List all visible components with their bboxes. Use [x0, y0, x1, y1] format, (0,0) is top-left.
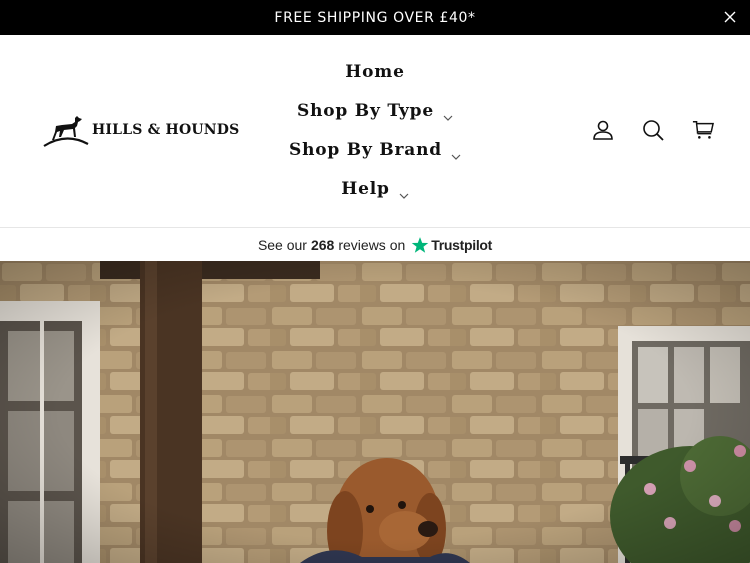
header-actions	[592, 119, 714, 141]
trustpilot-prefix: See our	[257, 237, 307, 253]
trustpilot-brand: Trustpilot	[431, 237, 493, 253]
chevron-down-icon	[451, 147, 461, 160]
announcement-bar: FREE SHIPPING OVER £40*	[0, 0, 750, 35]
search-icon[interactable]	[642, 119, 664, 141]
close-icon[interactable]	[722, 9, 738, 25]
dog-logo-icon	[42, 110, 90, 150]
announcement-text: FREE SHIPPING OVER £40*	[274, 9, 476, 26]
nav-item-label: Shop By Type	[297, 101, 434, 121]
trustpilot-star-icon	[411, 236, 429, 254]
account-icon[interactable]	[592, 119, 614, 141]
nav-item-label: Shop By Brand	[289, 140, 442, 160]
nav-item-shop-by-brand[interactable]: Shop By Brand	[250, 137, 500, 163]
nav-item-help[interactable]: Help	[250, 176, 500, 202]
nav-item-label: Home	[345, 62, 405, 82]
cart-icon[interactable]	[692, 119, 714, 141]
main-nav: Home Shop By Type Shop By Brand Help	[250, 35, 500, 228]
nav-item-shop-by-type[interactable]: Shop By Type	[250, 98, 500, 124]
site-logo[interactable]: HILLS & HOUNDS	[42, 110, 239, 150]
chevron-down-icon	[443, 108, 453, 121]
trustpilot-suffix: reviews on	[338, 237, 406, 253]
dog-in-coat-photo	[0, 261, 750, 563]
trustpilot-widget[interactable]: See our 268 reviews on Trustpilot	[0, 229, 750, 261]
brand-name: HILLS & HOUNDS	[92, 122, 240, 138]
site-header: HILLS & HOUNDS Home Shop By Type Shop By…	[0, 35, 750, 228]
nav-item-home[interactable]: Home	[250, 59, 500, 85]
review-count: 268	[310, 237, 335, 253]
nav-item-label: Help	[341, 179, 390, 199]
chevron-down-icon	[399, 186, 409, 199]
hero-image	[0, 261, 750, 563]
